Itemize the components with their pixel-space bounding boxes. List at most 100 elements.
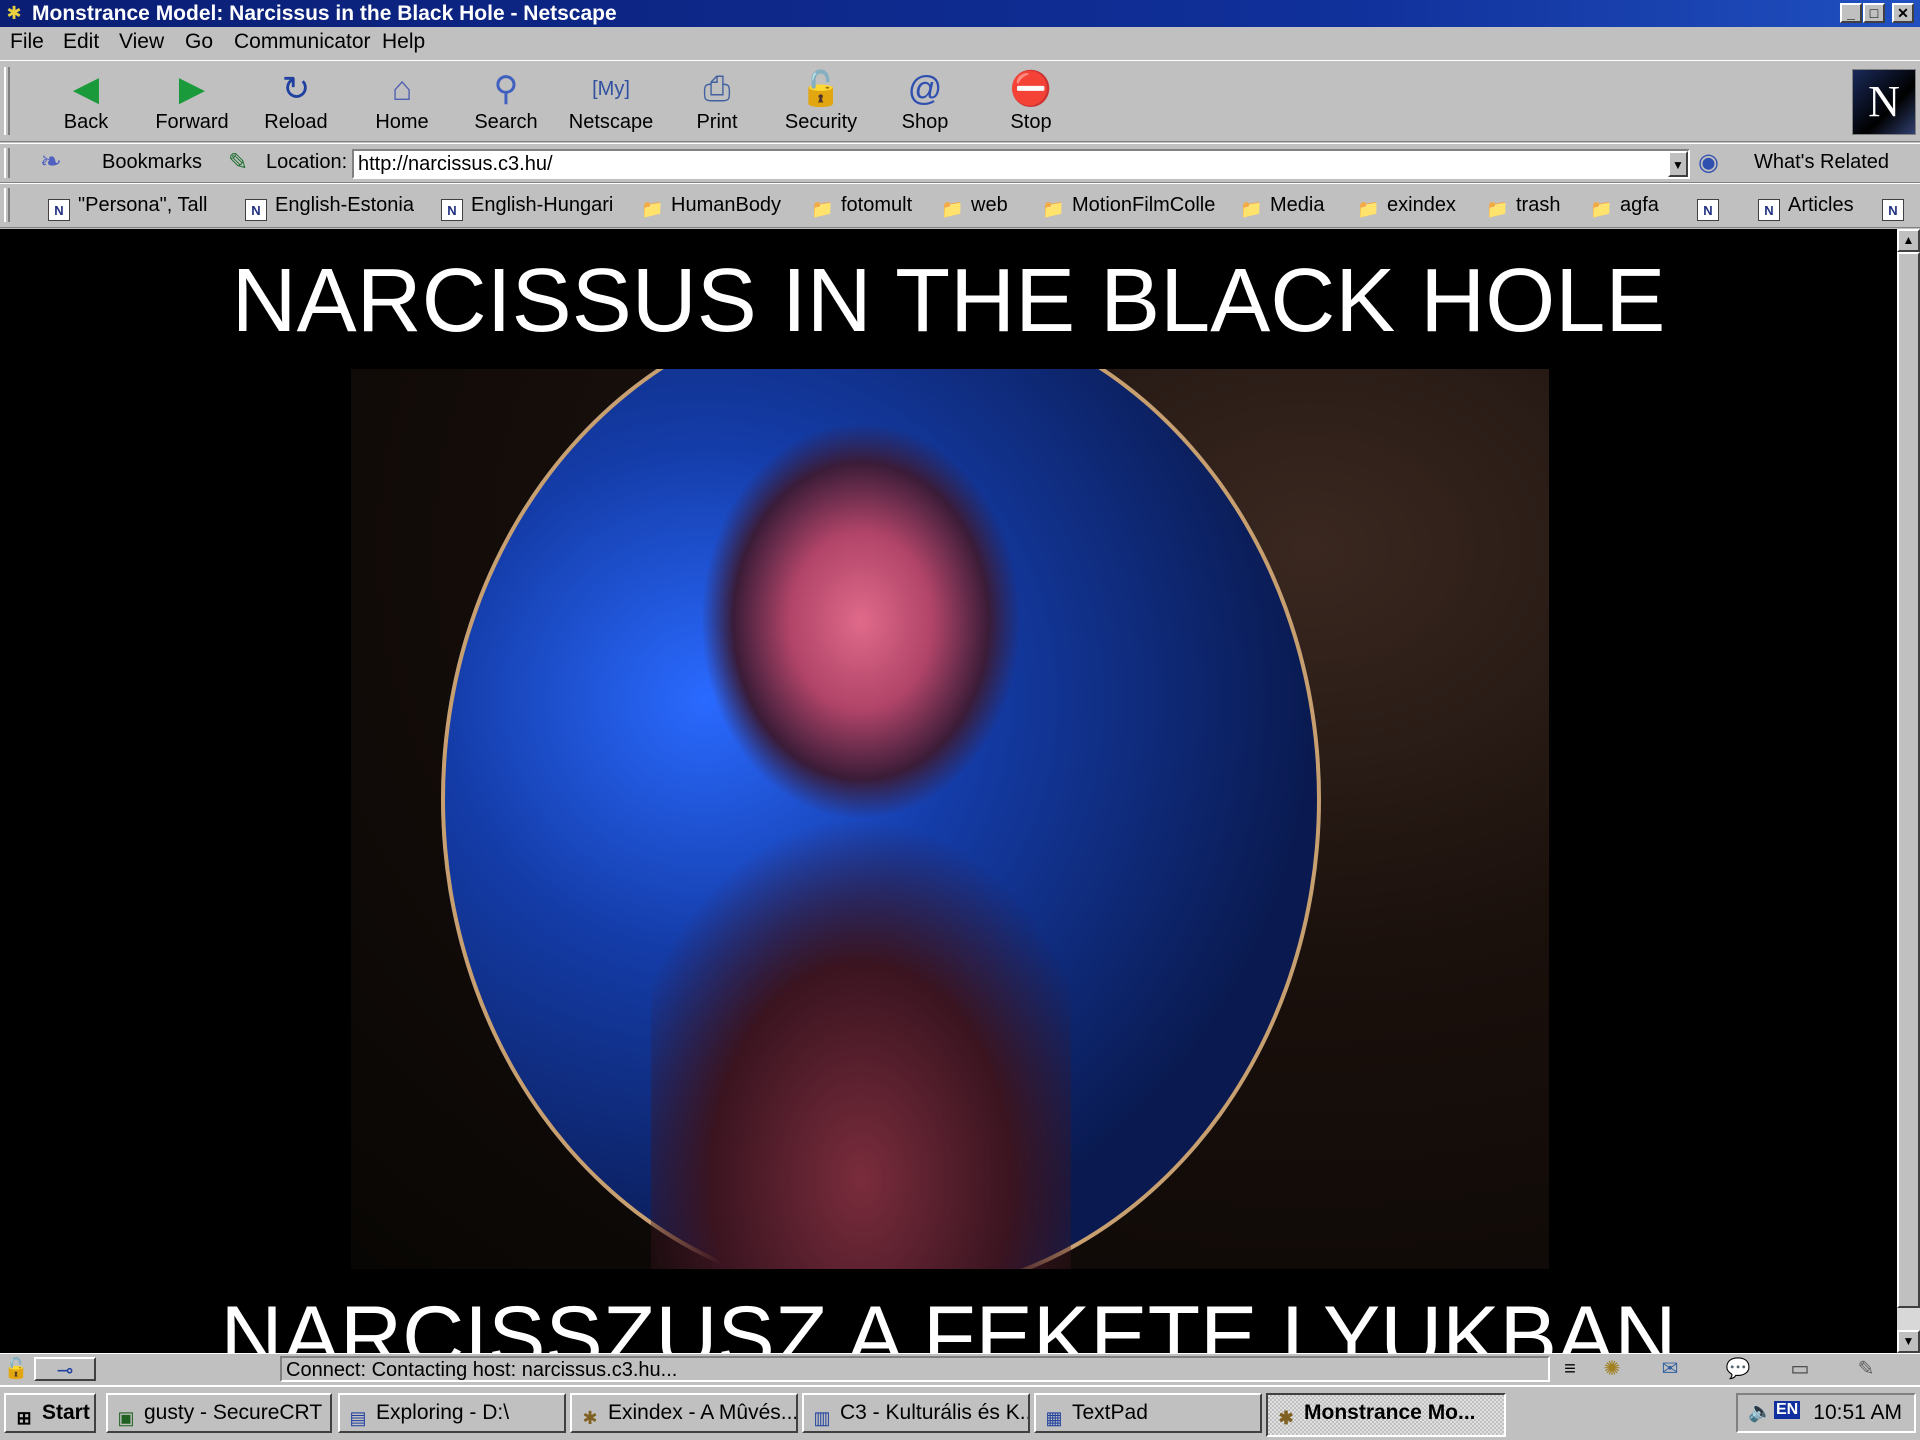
clock[interactable]: 10:51 AM <box>1813 1401 1902 1425</box>
bookmark-folder-media[interactable]: 📁 Media <box>1240 194 1324 220</box>
vertical-scrollbar[interactable]: ▲ ▼ <box>1897 229 1920 1353</box>
scroll-down-button[interactable]: ▼ <box>1897 1330 1920 1353</box>
woman-portrait <box>651 369 1071 1269</box>
stop-button[interactable]: ⛔ Stop <box>983 67 1079 139</box>
bookmark-folder-trash[interactable]: 📁 trash <box>1486 194 1560 220</box>
url-dropdown-button[interactable]: ▼ <box>1668 151 1688 177</box>
url-input[interactable]: http://narcissus.c3.hu/ <box>352 149 1690 179</box>
window-title: Monstrance Model: Narcissus in the Black… <box>32 2 617 25</box>
menu-help[interactable]: Help <box>382 30 425 54</box>
close-button[interactable]: ✕ <box>1892 3 1914 23</box>
speaker-icon[interactable]: 🔈 <box>1748 1399 1773 1424</box>
whats-related-icon[interactable]: ◉ <box>1698 148 1719 177</box>
task-exploring[interactable]: ▤ Exploring - D:\ <box>338 1393 566 1433</box>
minimize-button[interactable]: _ <box>1840 3 1862 23</box>
bookmark-articles[interactable]: N Articles <box>1758 194 1854 221</box>
menu-go[interactable]: Go <box>185 30 213 54</box>
search-label: Search <box>474 111 538 133</box>
personal-toolbar-grip[interactable] <box>4 188 10 222</box>
page-content[interactable]: NARCISSUS IN THE BLACK HOLE NARCISSZUSZ … <box>0 229 1897 1353</box>
netscape-app-icon[interactable]: ✱ <box>4 4 24 23</box>
toolbar-grip[interactable] <box>4 67 10 135</box>
title-bar[interactable]: ✱ Monstrance Model: Narcissus in the Bla… <box>0 0 1920 27</box>
start-button[interactable]: ⊞ Start <box>4 1393 96 1433</box>
scroll-thumb[interactable] <box>1897 252 1920 1308</box>
netscape-task-icon: ✱ <box>1278 1408 1294 1428</box>
bookmark-label: English-Estonia <box>275 194 414 216</box>
home-label: Home <box>375 111 429 133</box>
bookmark-folder-motionfilmcolle[interactable]: 📁 MotionFilmColle <box>1042 194 1215 220</box>
back-label: Back <box>63 111 109 133</box>
back-button[interactable]: ◀ Back <box>38 67 134 139</box>
component-bar-grip-icon[interactable]: ≡ <box>1556 1357 1584 1381</box>
task-label: Exindex - A Mûvés... <box>608 1401 798 1424</box>
my-netscape-button[interactable]: [My] Netscape <box>563 67 659 139</box>
maximize-button[interactable]: □ <box>1863 3 1885 23</box>
security-button[interactable]: 🔓 Security <box>773 67 869 139</box>
print-button[interactable]: ⎙ Print <box>669 67 765 139</box>
language-indicator[interactable]: EN <box>1774 1401 1801 1419</box>
bookmark-folder-fotomult[interactable]: 📁 fotomult <box>811 194 912 220</box>
task-securecrt[interactable]: ▣ gusty - SecureCRT <box>106 1393 332 1433</box>
task-exindex[interactable]: ✱ Exindex - A Mûvés... <box>570 1393 798 1433</box>
scroll-up-button[interactable]: ▲ <box>1897 229 1920 252</box>
bookmark-label: Articles <box>1788 194 1854 216</box>
home-button[interactable]: ⌂ Home <box>354 67 450 139</box>
page-heading: NARCISSUS IN THE BLACK HOLE <box>231 251 1666 351</box>
menu-view[interactable]: View <box>119 30 164 54</box>
status-bar: 🔓 ⊸ Connect: Contacting host: narcissus.… <box>0 1353 1920 1383</box>
status-text: Connect: Contacting host: narcissus.c3.h… <box>280 1356 1550 1382</box>
navigator-icon[interactable]: ✺ <box>1598 1357 1626 1381</box>
bookmark-folder-exindex[interactable]: 📁 exindex <box>1357 194 1456 220</box>
inbox-icon[interactable]: ✉ <box>1656 1357 1684 1381</box>
page-icon: N <box>245 199 267 221</box>
bookmark-overflow[interactable]: N <box>1882 194 1912 221</box>
task-monstrance[interactable]: ✱ Monstrance Mo... <box>1266 1393 1506 1437</box>
netscape-logo[interactable]: N <box>1852 69 1916 135</box>
security-lock-icon[interactable]: 🔓 <box>2 1357 30 1381</box>
bookmark-label: English-Hungari <box>471 194 614 216</box>
shop-label: Shop <box>901 111 949 133</box>
task-textpad[interactable]: ▦ TextPad <box>1034 1393 1262 1433</box>
netscape-label: Netscape <box>568 111 654 133</box>
bookmark-folder-web[interactable]: 📁 web <box>941 194 1008 220</box>
discussions-icon[interactable]: 💬 <box>1724 1357 1752 1381</box>
search-button[interactable]: ⚲ Search <box>458 67 554 139</box>
folder-icon: 📁 <box>1486 199 1509 219</box>
locationbar-grip[interactable] <box>4 148 10 178</box>
bookmark-persona-tall[interactable]: N "Persona", Tall <box>48 194 207 221</box>
task-label: gusty - SecureCRT <box>144 1401 323 1424</box>
print-icon: ⎙ <box>703 70 731 108</box>
forward-label: Forward <box>155 111 229 133</box>
system-tray: 🔈 EN 10:51 AM <box>1736 1393 1916 1433</box>
page-icon: N <box>1697 199 1719 221</box>
bookmarks-button[interactable]: Bookmarks <box>102 151 202 174</box>
bookmark-label: MotionFilmColle <box>1072 194 1216 216</box>
menu-file[interactable]: File <box>10 30 44 54</box>
explorer-icon: ▤ <box>349 1408 367 1428</box>
shop-button[interactable]: @ Shop <box>877 67 973 139</box>
page-icon: N <box>1758 199 1780 221</box>
composer-icon[interactable]: ▭ <box>1786 1357 1814 1381</box>
bookmarks-icon[interactable]: ❧ <box>40 146 62 177</box>
task-c3[interactable]: ▥ C3 - Kulturális és K... <box>802 1393 1030 1433</box>
folder-icon: 📁 <box>1240 199 1263 219</box>
page-proxy-icon[interactable]: ✎ <box>228 148 248 177</box>
bookmark-folder-humanbody[interactable]: 📁 HumanBody <box>641 194 781 220</box>
page-subheading: NARCISSZUSZ A FEKETE LYUKBAN <box>220 1289 1677 1353</box>
bookmark-english-estonia[interactable]: N English-Estonia <box>245 194 414 221</box>
shop-icon: @ <box>907 70 943 108</box>
forward-button[interactable]: ▶ Forward <box>144 67 240 139</box>
bookmark-english-hungari[interactable]: N English-Hungari <box>441 194 613 221</box>
edit-page-icon[interactable]: ✎ <box>1852 1357 1880 1381</box>
forward-arrow-icon: ▶ <box>178 70 206 108</box>
whats-related-button[interactable]: What's Related <box>1754 151 1889 174</box>
narcissus-photo <box>351 369 1549 1269</box>
menu-edit[interactable]: Edit <box>63 30 99 54</box>
bookmark-untitled[interactable]: N <box>1697 194 1727 221</box>
bookmark-folder-agfa[interactable]: 📁 agfa <box>1590 194 1659 220</box>
stop-icon: ⛔ <box>1009 70 1053 108</box>
reload-button[interactable]: ↻ Reload <box>248 67 344 139</box>
menu-communicator[interactable]: Communicator <box>234 30 371 54</box>
bookmark-label: agfa <box>1620 194 1659 216</box>
